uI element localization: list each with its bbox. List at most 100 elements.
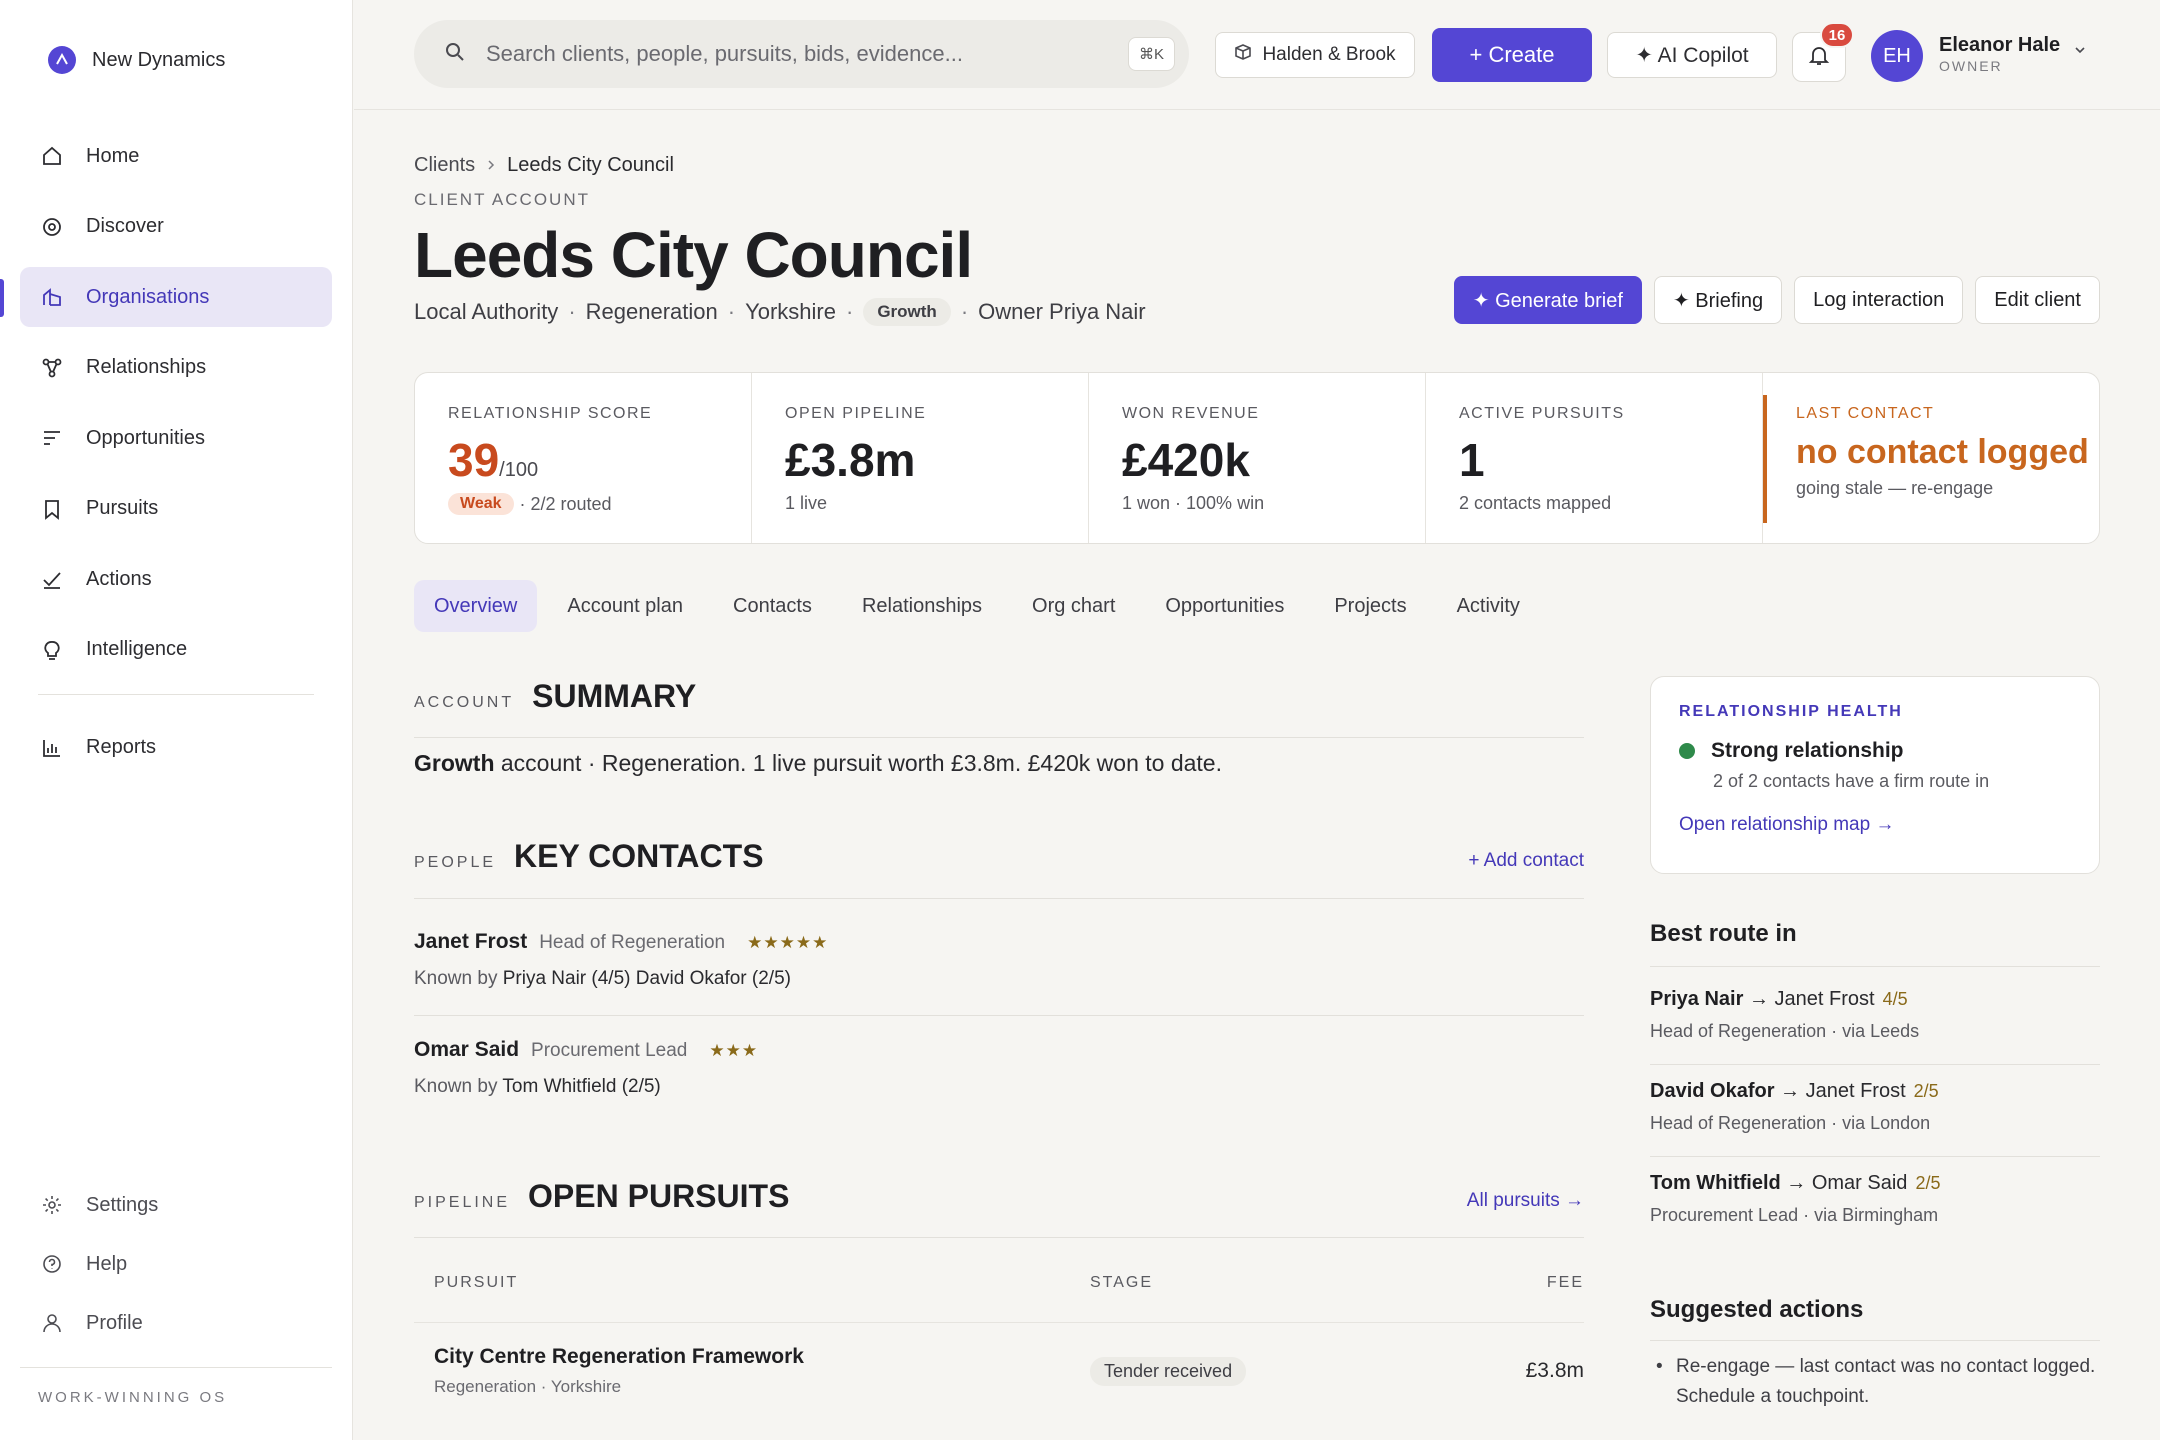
kpi-relationship-score: RELATIONSHIP SCORE 39/100 Weak · 2/2 rout… bbox=[415, 373, 752, 543]
nav-item-organisations[interactable]: Organisations bbox=[20, 267, 332, 327]
nav-item-settings[interactable]: Settings bbox=[20, 1180, 332, 1230]
route-score: 4/5 bbox=[1882, 989, 1908, 1009]
tab-org-chart[interactable]: Org chart bbox=[1012, 580, 1135, 632]
avatar[interactable]: EH bbox=[1871, 30, 1923, 82]
notification-count-badge: 16 bbox=[1820, 22, 1854, 48]
client-owner: Owner Priya Nair bbox=[978, 299, 1146, 324]
kpi-value: £420k bbox=[1122, 434, 1250, 486]
workspace-name: Halden & Brook bbox=[1262, 44, 1396, 65]
nav-item-profile[interactable]: Profile bbox=[20, 1298, 332, 1348]
tab-relationships[interactable]: Relationships bbox=[842, 580, 1002, 632]
chevron-down-icon[interactable] bbox=[2072, 42, 2088, 63]
route-item[interactable]: Priya Nair → Janet Frost 4/5 Head of Rege… bbox=[1650, 988, 2100, 1042]
client-type: Local Authority bbox=[414, 299, 559, 324]
tab-projects[interactable]: Projects bbox=[1314, 580, 1426, 632]
column-header[interactable]: STAGE bbox=[1090, 1274, 1153, 1292]
log-interaction-button[interactable]: Log interaction bbox=[1794, 276, 1964, 324]
health-status: Strong relationship bbox=[1711, 739, 1904, 762]
nav-label: Reports bbox=[86, 736, 157, 758]
summary-body: account · Regeneration. 1 live pursuit w… bbox=[494, 750, 1222, 776]
nav-item-relationships[interactable]: Relationships bbox=[20, 338, 332, 398]
kpi-value: 1 bbox=[1459, 434, 1485, 486]
open-relationship-map-link[interactable]: Open relationship map → bbox=[1679, 814, 2071, 836]
breadcrumb-root[interactable]: Clients bbox=[414, 154, 475, 177]
kpi-sub: going stale — re-engage bbox=[1796, 478, 1994, 498]
kpi-label: WON REVENUE bbox=[1122, 405, 1260, 422]
divider bbox=[414, 898, 1584, 899]
briefing-button[interactable]: ✦ Briefing bbox=[1653, 276, 1783, 324]
table-row[interactable]: City Centre Regeneration Framework Regen… bbox=[414, 1322, 1584, 1422]
client-sector: Regeneration bbox=[585, 299, 718, 324]
client-tabs: Overview Account plan Contacts Relations… bbox=[414, 580, 1540, 632]
nav-item-help[interactable]: Help bbox=[20, 1239, 332, 1289]
list-item[interactable]: Janet Frost Head of Regeneration ★★★★★ K… bbox=[414, 930, 1584, 990]
nav-label: Discover bbox=[86, 215, 164, 237]
search-input[interactable] bbox=[486, 41, 1086, 67]
kpi-sub: · 2/2 routed bbox=[519, 493, 612, 514]
route-sub: Head of Regeneration · via London bbox=[1650, 1113, 1931, 1133]
status-dot-icon bbox=[1679, 743, 1695, 759]
suggested-action-item[interactable]: Re-engage — last contact was no contact … bbox=[1656, 1352, 2096, 1412]
chevron-right-icon bbox=[485, 154, 497, 177]
nav-item-reports[interactable]: Reports bbox=[20, 718, 332, 778]
kpi-label: ACTIVE PURSUITS bbox=[1459, 405, 1625, 422]
section-title: KEY CONTACTS bbox=[514, 838, 764, 874]
kpi-value: no contact logged bbox=[1796, 433, 2089, 471]
list-icon bbox=[40, 426, 64, 450]
tab-opportunities[interactable]: Opportunities bbox=[1145, 580, 1304, 632]
contact-role: Procurement Lead bbox=[531, 1040, 688, 1061]
nav-label: Opportunities bbox=[86, 426, 205, 449]
page-eyebrow: CLIENT ACCOUNT bbox=[414, 190, 590, 209]
contact-role: Head of Regeneration bbox=[539, 932, 726, 953]
divider bbox=[414, 737, 1584, 738]
kpi-last-contact: LAST CONTACT no contact logged going sta… bbox=[1763, 373, 2099, 543]
nav-item-pursuits[interactable]: Pursuits bbox=[20, 479, 332, 539]
route-item[interactable]: David Okafor → Janet Frost 2/5 Head of Re… bbox=[1650, 1080, 2100, 1134]
divider bbox=[1650, 1064, 2100, 1065]
ai-copilot-button[interactable]: ✦ AI Copilot bbox=[1607, 32, 1777, 78]
all-pursuits-link[interactable]: All pursuits → bbox=[1467, 1190, 1584, 1212]
edit-client-button[interactable]: Edit client bbox=[1975, 276, 2100, 324]
list-item[interactable]: Omar Said Procurement Lead ★★★ Known by … bbox=[414, 1038, 1584, 1098]
nav-item-opportunities[interactable]: Opportunities bbox=[20, 408, 332, 468]
tab-activity[interactable]: Activity bbox=[1437, 580, 1540, 632]
client-region: Yorkshire bbox=[745, 299, 836, 324]
create-button[interactable]: + Create bbox=[1432, 28, 1592, 82]
relationship-health-card: RELATIONSHIP HEALTH Strong relationship … bbox=[1650, 676, 2100, 874]
divider bbox=[1650, 1340, 2100, 1341]
sidebar: New Dynamics Home Discover Organisations bbox=[0, 0, 353, 1440]
search-bar[interactable]: ⌘K bbox=[414, 20, 1189, 88]
relationship-score-value: 39 bbox=[448, 434, 500, 486]
known-by-label: Known by bbox=[414, 1076, 498, 1097]
breadcrumb-current: Leeds City Council bbox=[507, 154, 674, 176]
nav-item-home[interactable]: Home bbox=[20, 126, 332, 186]
kpi-label: RELATIONSHIP SCORE bbox=[448, 405, 653, 422]
route-to: → Janet Frost bbox=[1748, 988, 1875, 1010]
nav-item-intelligence[interactable]: Intelligence bbox=[20, 620, 332, 680]
generate-brief-button[interactable]: ✦ Generate brief bbox=[1453, 276, 1642, 324]
nav-label: Help bbox=[86, 1252, 128, 1275]
tab-overview[interactable]: Overview bbox=[414, 580, 538, 632]
column-header[interactable]: PURSUIT bbox=[434, 1274, 518, 1292]
column-header[interactable]: FEE bbox=[1547, 1274, 1584, 1292]
contact-name: Omar Said bbox=[414, 1038, 520, 1061]
add-contact-link[interactable]: + Add contact bbox=[1468, 850, 1584, 872]
route-score: 2/5 bbox=[1913, 1081, 1939, 1101]
route-sub: Procurement Lead · via Birmingham bbox=[1650, 1205, 1939, 1225]
nav-item-actions[interactable]: Actions bbox=[20, 549, 332, 609]
gear-icon bbox=[40, 1193, 64, 1217]
route-item[interactable]: Tom Whitfield → Omar Said 2/5 Procurement… bbox=[1650, 1172, 2100, 1226]
kpi-label: LAST CONTACT bbox=[1796, 405, 1935, 422]
nav-item-discover[interactable]: Discover bbox=[20, 197, 332, 257]
search-icon bbox=[444, 41, 466, 68]
kpi-strip: RELATIONSHIP SCORE 39/100 Weak · 2/2 rout… bbox=[414, 372, 2100, 544]
user-role: OWNER bbox=[1939, 58, 2003, 74]
tab-account-plan[interactable]: Account plan bbox=[547, 580, 703, 632]
tab-contacts[interactable]: Contacts bbox=[713, 580, 832, 632]
user-name[interactable]: Eleanor Hale bbox=[1939, 34, 2060, 57]
brand[interactable]: New Dynamics bbox=[48, 46, 225, 74]
compass-icon bbox=[40, 215, 64, 239]
workspace-switcher[interactable]: Halden & Brook bbox=[1215, 32, 1415, 78]
divider bbox=[1650, 1156, 2100, 1157]
page-actions: ✦ Generate brief ✦ Briefing Log interact… bbox=[1453, 276, 2100, 324]
